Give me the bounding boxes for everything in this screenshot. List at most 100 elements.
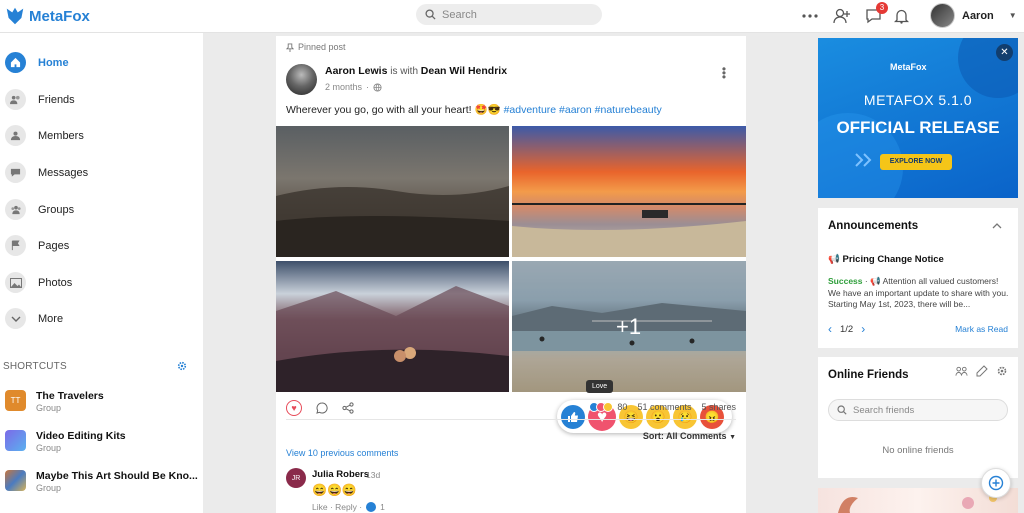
- sort-comments-dropdown[interactable]: Sort: All Comments ▼: [643, 431, 736, 441]
- shortcut-item[interactable]: Maybe This Art Should Be Kno... Group: [5, 470, 198, 493]
- sidebar-item-pages[interactable]: Pages: [5, 235, 69, 256]
- post-time[interactable]: 2 months: [325, 82, 362, 92]
- new-chat-button[interactable]: [981, 468, 1011, 498]
- promo-banner[interactable]: MetaFox METAFOX 5.1.0 OFFICIAL RELEASE E…: [818, 38, 1018, 198]
- like-icon: [366, 502, 377, 512]
- brand-name: MetaFox: [29, 7, 90, 25]
- reaction-summary[interactable]: 80: [589, 402, 627, 412]
- pinned-label: Pinned post: [298, 42, 346, 52]
- comment-like-count: 1: [380, 502, 385, 512]
- more-options-icon[interactable]: • • •: [720, 63, 728, 83]
- sidebar-item-friends[interactable]: Friends: [5, 89, 75, 110]
- reaction-summary-icons: [589, 402, 614, 412]
- shortcut-thumb: [5, 430, 26, 451]
- post-meta: 2 months ·: [325, 82, 382, 92]
- shortcut-type: Group: [36, 443, 62, 453]
- online-friends-title: Online Friends: [828, 369, 909, 381]
- shortcut-title: Video Editing Kits: [36, 430, 126, 442]
- comment-time: 13d: [366, 470, 381, 480]
- share-icon[interactable]: [342, 402, 354, 414]
- avatar[interactable]: [286, 64, 317, 95]
- home-icon: [5, 52, 26, 73]
- announcement-pager: ‹ 1/2 ›: [828, 322, 865, 336]
- shortcut-item[interactable]: TT The Travelers Group: [5, 390, 104, 413]
- group-chat-icon[interactable]: [955, 365, 968, 377]
- sidebar-item-groups[interactable]: Groups: [5, 199, 74, 220]
- shortcut-item[interactable]: Video Editing Kits Group: [5, 430, 126, 453]
- post-hashtags[interactable]: #adventure #aaron #naturebeauty: [504, 104, 662, 116]
- sidebar-item-label: Friends: [38, 93, 75, 106]
- avatar[interactable]: JR: [286, 468, 306, 488]
- sidebar-item-more[interactable]: More: [5, 308, 63, 329]
- metafox-logo-icon: [6, 7, 24, 25]
- more-photos-count[interactable]: +1: [616, 314, 641, 340]
- shares-count[interactable]: 5 shares: [701, 402, 736, 412]
- explore-now-button[interactable]: EXPLORE NOW: [880, 154, 952, 170]
- landscape-image: [276, 186, 509, 257]
- react-button[interactable]: ♥: [286, 400, 302, 416]
- chevron-left-icon[interactable]: ‹: [828, 322, 832, 336]
- with-text: is with: [390, 66, 419, 77]
- search-input[interactable]: [442, 8, 582, 21]
- chevron-right-icon[interactable]: ›: [861, 322, 865, 336]
- comment-icon[interactable]: [316, 402, 328, 414]
- sidebar-item-photos[interactable]: Photos: [5, 272, 72, 293]
- sidebar-item-messages[interactable]: Messages: [5, 162, 88, 183]
- post-author[interactable]: Aaron Lewis: [325, 65, 387, 77]
- post-video[interactable]: [276, 126, 509, 257]
- gear-icon[interactable]: [177, 360, 187, 374]
- shortcut-thumb: [5, 470, 26, 491]
- avatar: [930, 3, 955, 28]
- friends-icon: [5, 89, 26, 110]
- search-icon: [837, 405, 847, 415]
- view-previous-comments-link[interactable]: View 10 previous comments: [286, 448, 398, 458]
- announcement-title-text: Pricing Change Notice: [842, 254, 944, 265]
- like-reaction-icon[interactable]: [561, 404, 585, 429]
- sidebar-item-label: Pages: [38, 239, 70, 252]
- empty-state-text: No online friends: [882, 445, 954, 456]
- sidebar-item-members[interactable]: Members: [5, 125, 84, 146]
- reaction-tooltip: Love: [586, 380, 614, 393]
- photos-icon: [5, 272, 26, 293]
- comment-author[interactable]: Julia Robers: [312, 469, 369, 480]
- globe-icon: [373, 82, 382, 92]
- announcement-item-title[interactable]: 📢 Pricing Change Notice: [828, 254, 944, 265]
- friends-search[interactable]: [828, 399, 1008, 421]
- search-icon: [425, 9, 436, 20]
- chevron-down-icon: ▼: [729, 434, 736, 441]
- shortcut-type: Group: [36, 483, 62, 493]
- reaction-count: 80: [617, 402, 628, 412]
- add-friend-icon[interactable]: [832, 6, 852, 26]
- friends-search-input[interactable]: [853, 404, 993, 416]
- bell-icon[interactable]: [891, 6, 911, 26]
- sidebar-item-label: Home: [38, 56, 69, 69]
- mark-as-read-link[interactable]: Mark as Read: [955, 324, 1008, 334]
- post-header: Aaron Lewis is with Dean Wil Hendrix: [325, 65, 507, 77]
- user-menu[interactable]: Aaron ▼: [930, 3, 1017, 28]
- chevron-down-icon: ▼: [1008, 11, 1017, 20]
- shortcut-type: Group: [36, 403, 62, 413]
- brand-logo[interactable]: MetaFox: [4, 5, 90, 27]
- post-photo[interactable]: [276, 261, 509, 392]
- comment-action-links[interactable]: Like · Reply ·: [312, 502, 362, 512]
- sidebar-item-label: More: [38, 312, 64, 325]
- tagged-user[interactable]: Dean Wil Hendrix: [421, 65, 507, 77]
- gear-icon[interactable]: [996, 365, 1008, 377]
- sidebar-item-label: Photos: [38, 276, 73, 289]
- post-photo[interactable]: [512, 126, 746, 257]
- megaphone-icon: 📢: [870, 276, 881, 286]
- more-apps-icon[interactable]: [800, 6, 820, 26]
- post-actions: ♥: [286, 400, 354, 416]
- sunset-image: [512, 203, 746, 257]
- banner-version: METAFOX 5.1.0: [863, 92, 973, 108]
- sidebar-item-label: Members: [38, 129, 84, 142]
- chevron-up-icon[interactable]: [992, 223, 1002, 229]
- chevron-down-icon: [5, 308, 26, 329]
- sidebar-item-home[interactable]: Home: [5, 52, 69, 73]
- global-search[interactable]: [416, 4, 602, 25]
- close-icon[interactable]: ✕: [996, 44, 1013, 61]
- chat-icon[interactable]: 3: [863, 2, 888, 26]
- edit-icon[interactable]: [976, 365, 988, 377]
- announcements-title: Announcements: [828, 220, 919, 232]
- comments-count[interactable]: 51 comments: [637, 402, 691, 412]
